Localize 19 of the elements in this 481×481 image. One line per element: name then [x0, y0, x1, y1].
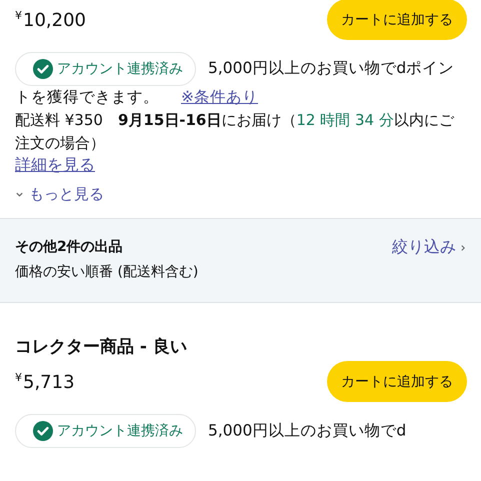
offer-condition: コレクター商品 - 良い: [15, 336, 188, 359]
details-link[interactable]: 詳細を見る: [15, 155, 95, 174]
price: $^{¥}$5,713: [15, 370, 75, 392]
check-icon: [33, 59, 53, 79]
conditions-link[interactable]: ※条件あり: [181, 88, 258, 106]
sort-order-text: 価格の安い順番 (配送料含む): [15, 263, 198, 282]
chevron-down-icon: [15, 190, 24, 199]
chevron-right-icon: [459, 244, 467, 252]
add-to-cart-button[interactable]: カートに追加する: [327, 361, 467, 402]
points-text: 5,000円以上のお買い物でd: [208, 421, 406, 440]
filter-link[interactable]: 絞り込み: [392, 237, 467, 258]
other-offers-title: その他2件の出品: [15, 238, 124, 257]
check-icon: [33, 421, 53, 441]
account-linked-badge: アカウント連携済み: [15, 414, 196, 448]
see-more-link[interactable]: もっと見る: [15, 185, 104, 204]
add-to-cart-button[interactable]: カートに追加する: [327, 0, 467, 40]
account-linked-badge: アカウント連携済み: [15, 52, 196, 86]
price: $^{¥}$10,200: [15, 8, 86, 30]
delivery-info: 配送料 ¥350 9月15日-16日にお届け（12 時間 34 分以内にご注文の場合）: [15, 110, 456, 154]
